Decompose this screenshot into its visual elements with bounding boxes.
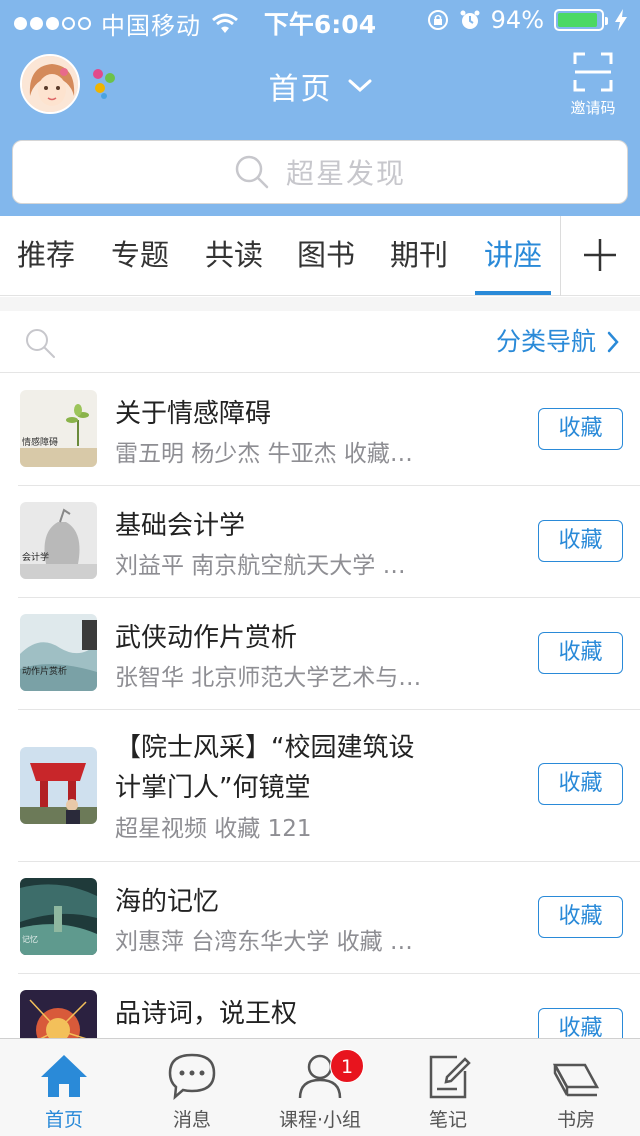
lecture-thumbnail: 记忆 <box>20 878 97 955</box>
favorite-button[interactable]: 收藏 <box>538 408 623 450</box>
tab-lectures[interactable]: 讲座 <box>475 216 551 296</box>
list-item[interactable]: 记忆 海的记忆 刘惠萍 台湾东华大学 收藏 … 收藏 <box>0 861 640 974</box>
lecture-subtitle: 刘益平 南京航空航天大学 … <box>115 553 406 579</box>
list-item[interactable]: 【院士风采】“校园建筑设 计掌门人”何镜堂 超星视频 收藏 121 收藏 <box>0 709 640 862</box>
tabbar-home[interactable]: 首页 <box>0 1039 128 1136</box>
lecture-subtitle: 张智华 北京师范大学艺术与… <box>115 665 422 691</box>
search-icon[interactable] <box>24 327 56 359</box>
plus-icon <box>584 239 616 271</box>
lecture-title: 海的记忆 <box>115 887 220 917</box>
home-icon <box>41 1055 87 1097</box>
chevron-down-icon <box>348 79 372 93</box>
list-item[interactable]: 会计学 基础会计学 刘益平 南京航空航天大学 … 收藏 <box>0 485 640 598</box>
tab-recommend[interactable]: 推荐 <box>8 216 84 296</box>
title-dropdown[interactable]: 首页 <box>0 64 640 108</box>
nav-row: 首页 邀请码 <box>0 50 640 130</box>
list-item[interactable]: 品诗词，说王权 收藏 <box>0 973 640 1038</box>
invite-code-button[interactable]: 邀请码 <box>568 52 618 118</box>
lecture-title: 武侠动作片赏析 <box>115 623 298 653</box>
battery-fill <box>558 13 598 27</box>
tab-books[interactable]: 图书 <box>288 216 364 296</box>
charging-bolt-icon <box>615 9 627 31</box>
scan-icon <box>573 52 613 92</box>
lecture-list: 情感障碍 关于情感障碍 雷五明 杨少杰 牛亚杰 收藏… 收藏 会计学 基础会计学… <box>0 373 640 1038</box>
category-nav-link[interactable]: 分类导航 <box>496 311 620 373</box>
category-tabs: 推荐 专题 共读 图书 期刊 讲座 <box>0 216 640 296</box>
thumb-caption: 动作片赏析 <box>22 665 67 677</box>
list-item[interactable]: 动作片赏析 武侠动作片赏析 张智华 北京师范大学艺术与… 收藏 <box>0 597 640 710</box>
filter-row: 分类导航 <box>0 311 640 373</box>
section-gap <box>0 297 640 311</box>
tab-topics[interactable]: 专题 <box>102 216 178 296</box>
tabbar-label: 书房 <box>556 1109 595 1131</box>
thumb-caption: 记忆 <box>22 934 38 944</box>
tabbar-notes[interactable]: 笔记 <box>384 1039 512 1136</box>
favorite-button[interactable]: 收藏 <box>538 520 623 562</box>
lecture-thumbnail: 动作片赏析 <box>20 614 97 691</box>
battery-icon <box>554 9 608 31</box>
add-tab-button[interactable] <box>561 216 640 296</box>
status-bar: 中国移动 下午6:04 94% <box>0 0 640 40</box>
lecture-subtitle: 超星视频 收藏 121 <box>115 816 312 842</box>
lecture-title-line2: 计掌门人”何镜堂 <box>115 773 311 803</box>
battery-percent: 94% <box>490 6 544 34</box>
tabbar-messages[interactable]: 消息 <box>128 1039 256 1136</box>
header: 中国移动 下午6:04 94% 首页 邀请码 超星发现 <box>0 0 640 216</box>
bottom-tab-bar: 首页 消息 1 课程·小组 笔记 书房 <box>0 1038 640 1136</box>
chat-bubble-icon <box>168 1053 216 1101</box>
note-edit-icon <box>429 1055 471 1099</box>
favorite-button[interactable]: 收藏 <box>538 896 623 938</box>
thumb-caption: 会计学 <box>22 551 49 563</box>
lecture-title: 基础会计学 <box>115 511 246 541</box>
lecture-subtitle: 雷五明 杨少杰 牛亚杰 收藏… <box>115 441 413 467</box>
tabbar-label: 消息 <box>172 1109 211 1131</box>
bookshelf-icon <box>552 1063 600 1097</box>
search-icon <box>235 155 269 189</box>
lecture-thumbnail <box>20 747 97 824</box>
tabbar-label: 首页 <box>44 1109 83 1131</box>
alarm-icon <box>460 10 480 29</box>
tabbar-label: 笔记 <box>428 1109 467 1131</box>
tabbar-courses-groups[interactable]: 1 课程·小组 <box>256 1039 384 1136</box>
lecture-title: 【院士风采】“校园建筑设 <box>115 733 415 763</box>
lecture-thumbnail: 情感障碍 <box>20 390 97 467</box>
lecture-title: 关于情感障碍 <box>115 399 272 429</box>
chevron-right-icon <box>607 331 619 353</box>
lecture-thumbnail <box>20 990 97 1038</box>
favorite-button[interactable]: 收藏 <box>538 763 623 805</box>
search-input[interactable]: 超星发现 <box>12 140 628 204</box>
active-tab-indicator <box>475 291 551 295</box>
category-nav-label: 分类导航 <box>495 327 596 356</box>
lecture-title: 品诗词，说王权 <box>115 999 298 1029</box>
thumb-caption: 情感障碍 <box>22 436 58 448</box>
tabbar-study[interactable]: 书房 <box>512 1039 640 1136</box>
invite-code-label: 邀请码 <box>570 99 616 117</box>
favorite-button[interactable]: 收藏 <box>538 632 623 674</box>
tab-journals[interactable]: 期刊 <box>381 216 457 296</box>
rotation-lock-icon <box>427 10 448 30</box>
search-placeholder: 超星发现 <box>285 157 406 190</box>
favorite-button[interactable]: 收藏 <box>538 1008 623 1038</box>
tab-co-reading[interactable]: 共读 <box>196 216 272 296</box>
page-title: 首页 <box>268 72 333 107</box>
lecture-thumbnail: 会计学 <box>20 502 97 579</box>
tabbar-label: 课程·小组 <box>278 1109 362 1131</box>
list-item[interactable]: 情感障碍 关于情感障碍 雷五明 杨少杰 牛亚杰 收藏… 收藏 <box>0 373 640 486</box>
notification-badge: 1 <box>330 1049 364 1083</box>
lecture-subtitle: 刘惠萍 台湾东华大学 收藏 … <box>115 929 413 955</box>
